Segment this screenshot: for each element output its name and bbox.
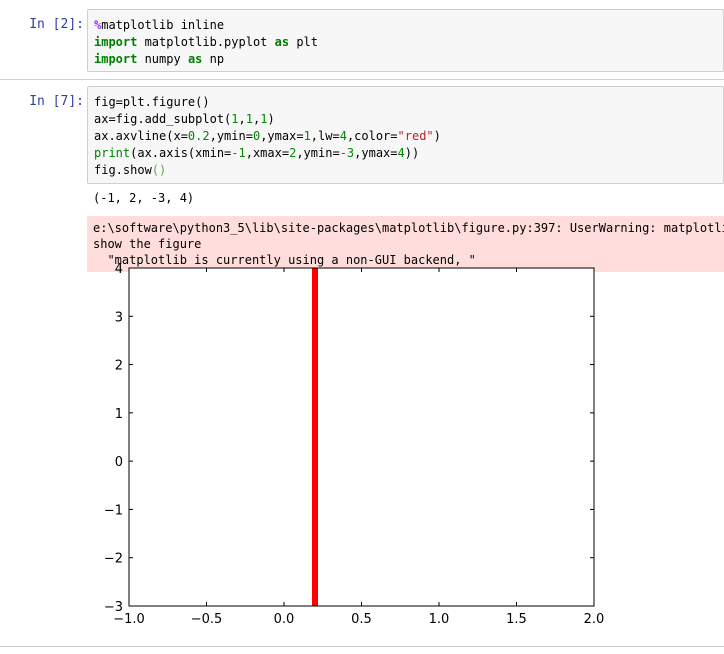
code-token: fig.show bbox=[94, 163, 152, 177]
code-line: print(ax.axis(xmin=-1,xmax=2,ymin=-3,yma… bbox=[94, 145, 717, 162]
code-token: as bbox=[187, 52, 203, 66]
y-tick-label: −1 bbox=[104, 503, 123, 518]
code-token: print bbox=[94, 146, 131, 160]
code-token: ,color= bbox=[346, 129, 398, 143]
code-token: ,ymax= bbox=[354, 146, 398, 160]
code-token: ) bbox=[267, 112, 275, 126]
code-line: fig.show() bbox=[94, 162, 717, 179]
stderr-line: show the figure bbox=[93, 237, 202, 251]
code-line: import numpy as np bbox=[94, 51, 717, 68]
code-token: "red" bbox=[397, 129, 434, 143]
code-token: , bbox=[238, 112, 246, 126]
y-tick-label: 2 bbox=[115, 359, 123, 374]
x-tick-label: 1.0 bbox=[429, 612, 450, 627]
code-token: fig=plt.figure() bbox=[94, 95, 210, 109]
code-token: 0.2 bbox=[187, 129, 210, 143]
code-token: )) bbox=[404, 146, 420, 160]
code-token: 4 bbox=[397, 146, 405, 160]
code-line: import matplotlib.pyplot as plt bbox=[94, 34, 717, 51]
y-tick-label: 0 bbox=[115, 455, 123, 470]
y-tick-label: −2 bbox=[104, 552, 123, 567]
cell-1-code-editor[interactable]: %matplotlib inline import matplotlib.pypl… bbox=[87, 9, 724, 72]
y-tick-label: −3 bbox=[104, 600, 123, 615]
code-token: ,ymin= bbox=[296, 146, 340, 160]
x-tick-label: −0.5 bbox=[191, 612, 223, 627]
code-token: 1 bbox=[231, 112, 239, 126]
code-token: -1 bbox=[231, 146, 246, 160]
x-tick-label: 1.5 bbox=[506, 612, 527, 627]
cell-separator bbox=[0, 79, 724, 80]
code-token: ) bbox=[433, 129, 441, 143]
plot-background bbox=[129, 268, 594, 606]
code-line: fig=plt.figure() bbox=[94, 94, 717, 111]
cell-2-stdout: (-1, 2, -3, 4) bbox=[93, 191, 195, 205]
code-token: plt bbox=[289, 35, 318, 49]
stderr-line: e:\software\python3_5\lib\site-packages\… bbox=[93, 221, 724, 235]
code-token: import bbox=[94, 52, 138, 66]
code-token: -3 bbox=[339, 146, 355, 160]
code-token: ,lw= bbox=[310, 129, 340, 143]
code-token: ,ymin= bbox=[209, 129, 253, 143]
cell-2-code-editor[interactable]: fig=plt.figure() ax=fig.add_subplot(1,1,1… bbox=[87, 86, 724, 184]
x-tick-label: 2.0 bbox=[584, 612, 605, 627]
code-token: ,xmax= bbox=[245, 146, 290, 160]
cell-2-prompt: In [7]: bbox=[29, 94, 84, 109]
code-token: ax.axvline(x= bbox=[94, 129, 188, 143]
code-line: ax=fig.add_subplot(1,1,1) bbox=[94, 111, 717, 128]
code-token: np bbox=[202, 52, 225, 66]
matplotlib-figure: −1.0 −0.5 0.0 0.5 1.0 1.5 2.0−3−2−101234 bbox=[104, 262, 605, 627]
x-tick-label: 0.0 bbox=[274, 612, 295, 627]
y-tick-label: 4 bbox=[115, 262, 123, 277]
code-token: (ax.axis(xmin= bbox=[130, 146, 232, 160]
code-token: () bbox=[151, 163, 167, 177]
code-token: ax=fig.add_subplot( bbox=[94, 112, 232, 126]
x-tick-label: 0.5 bbox=[351, 612, 372, 627]
code-token: matplotlib inline bbox=[101, 18, 225, 32]
code-token: 1 bbox=[303, 129, 311, 143]
bottom-separator bbox=[0, 646, 724, 647]
code-token: as bbox=[274, 35, 290, 49]
y-tick-label: 1 bbox=[115, 407, 123, 422]
y-tick-label: 3 bbox=[115, 310, 123, 325]
cell-1-prompt: In [2]: bbox=[29, 17, 84, 32]
code-line: %matplotlib inline bbox=[94, 17, 717, 34]
code-token: import bbox=[94, 35, 138, 49]
code-token: matplotlib.pyplot bbox=[137, 35, 275, 49]
code-token: ,ymax= bbox=[260, 129, 304, 143]
code-token: 4 bbox=[339, 129, 347, 143]
code-token: numpy bbox=[137, 52, 188, 66]
code-line: ax.axvline(x=0.2,ymin=0,ymax=1,lw=4,colo… bbox=[94, 128, 717, 145]
code-token: 1 bbox=[245, 112, 253, 126]
